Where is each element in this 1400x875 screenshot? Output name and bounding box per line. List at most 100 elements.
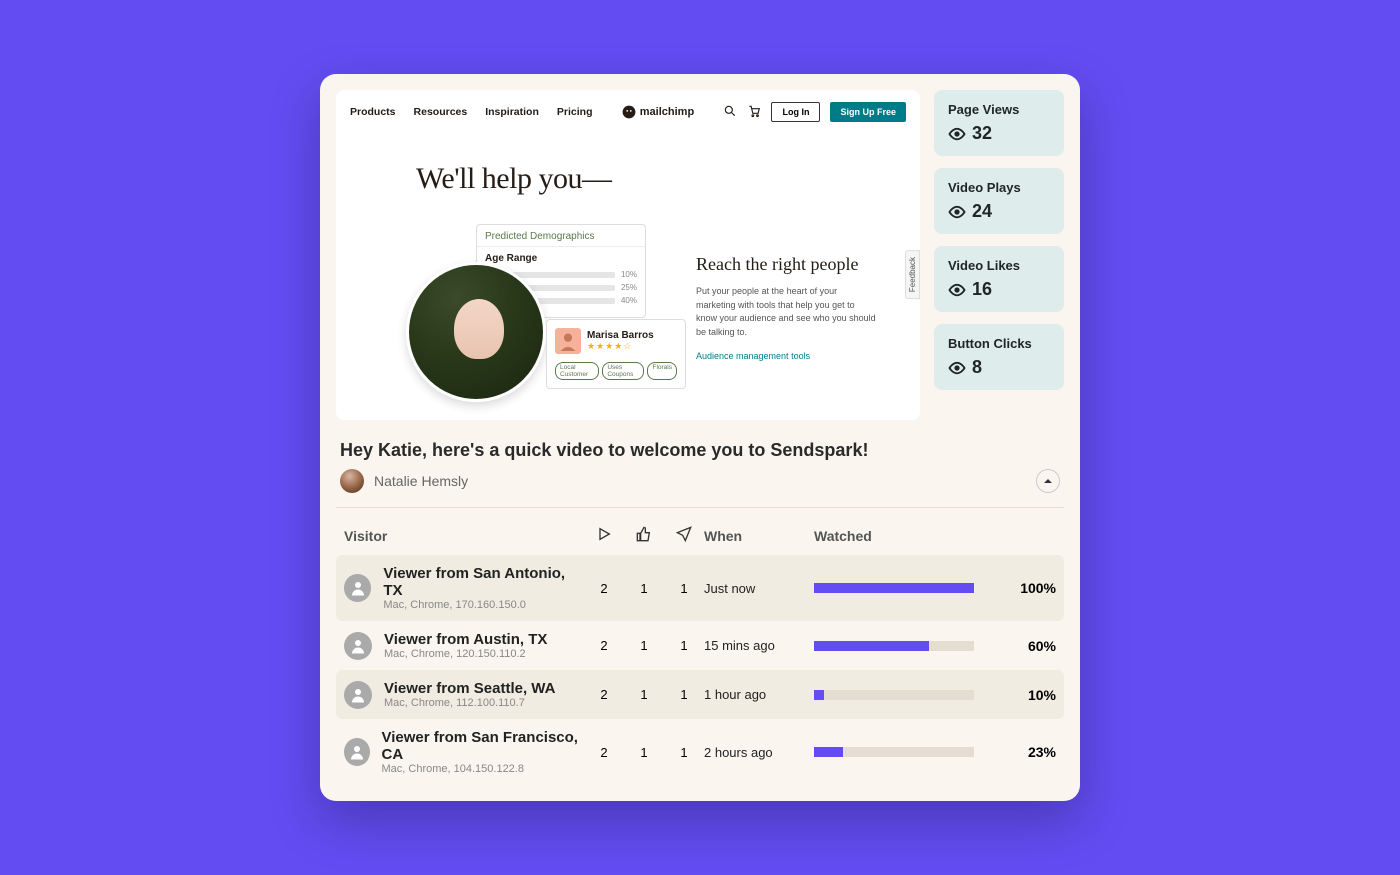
nav-link-resources[interactable]: Resources	[414, 106, 468, 118]
eye-icon	[948, 125, 966, 143]
visitor-avatar	[344, 681, 372, 709]
profile-stars: ★★★★☆	[587, 341, 654, 352]
collapse-button[interactable]	[1036, 469, 1060, 493]
cell-plays: 2	[584, 638, 624, 653]
hero-link[interactable]: Audience management tools	[696, 351, 810, 361]
stat-label: Page Views	[948, 102, 1050, 117]
profile-card: Marisa Barros ★★★★☆ Local Customer Uses …	[546, 319, 686, 389]
eye-icon	[948, 203, 966, 221]
progress-bar	[814, 690, 974, 700]
login-button[interactable]: Log In	[771, 102, 820, 122]
nav-link-pricing[interactable]: Pricing	[557, 106, 593, 118]
site-preview: Products Resources Inspiration Pricing m…	[336, 90, 920, 420]
cell-when: 2 hours ago	[704, 745, 814, 760]
col-visitor: Visitor	[344, 528, 584, 544]
visitor-name: Viewer from San Antonio, TX	[383, 565, 584, 599]
divider	[336, 507, 1064, 508]
visitor-row[interactable]: Viewer from Seattle, WA Mac, Chrome, 112…	[336, 670, 1064, 719]
demo-row-pct: 10%	[621, 270, 637, 279]
stat-value: 16	[972, 279, 992, 300]
cell-pct: 23%	[1006, 744, 1056, 760]
cell-pct: 100%	[1006, 580, 1056, 596]
demographics-section: Age Range	[477, 247, 645, 268]
greeting-text: Hey Katie, here's a quick video to welco…	[340, 440, 1060, 461]
cell-clicks: 1	[664, 638, 704, 653]
cell-plays: 2	[584, 687, 624, 702]
cell-likes: 1	[624, 687, 664, 702]
stat-label: Button Clicks	[948, 336, 1050, 351]
mailchimp-logo[interactable]: mailchimp	[622, 105, 694, 119]
stat-video-plays: Video Plays 24	[934, 168, 1064, 234]
cell-clicks: 1	[664, 581, 704, 596]
visitor-avatar	[344, 738, 370, 766]
stat-video-likes: Video Likes 16	[934, 246, 1064, 312]
preview-nav: Products Resources Inspiration Pricing m…	[336, 90, 920, 134]
progress-bar	[814, 641, 974, 651]
top-row: Products Resources Inspiration Pricing m…	[336, 90, 1064, 420]
visitor-name: Viewer from Austin, TX	[384, 631, 547, 648]
hero-body: Put your people at the heart of your mar…	[696, 285, 876, 339]
cell-plays: 2	[584, 581, 624, 596]
nav-link-products[interactable]: Products	[350, 106, 396, 118]
visitor-meta: Mac, Chrome, 112.100.110.7	[384, 697, 555, 709]
cell-pct: 10%	[1006, 687, 1056, 703]
visitor-meta: Mac, Chrome, 170.160.150.0	[383, 599, 584, 611]
visitor-rows: Viewer from San Antonio, TX Mac, Chrome,…	[336, 555, 1064, 785]
cell-likes: 1	[624, 745, 664, 760]
stat-value: 8	[972, 357, 982, 378]
cell-clicks: 1	[664, 687, 704, 702]
cart-icon[interactable]	[747, 104, 761, 121]
eye-icon	[948, 359, 966, 377]
progress-bar	[814, 747, 974, 757]
visitor-name: Viewer from San Francisco, CA	[382, 729, 585, 763]
stat-button-clicks: Button Clicks 8	[934, 324, 1064, 390]
author-name: Natalie Hemsly	[374, 473, 468, 489]
thumbs-up-icon	[624, 526, 664, 545]
visitor-row[interactable]: Viewer from Austin, TX Mac, Chrome, 120.…	[336, 621, 1064, 670]
stats-column: Page Views 32 Video Plays 24 Video Likes…	[934, 90, 1064, 420]
hero-headline: We'll help you—	[336, 134, 920, 196]
visitor-meta: Mac, Chrome, 104.150.122.8	[382, 763, 585, 775]
stat-page-views: Page Views 32	[934, 90, 1064, 156]
progress-bar	[814, 583, 974, 593]
chevron-up-icon	[1043, 476, 1053, 486]
analytics-card: Products Resources Inspiration Pricing m…	[320, 74, 1080, 801]
author-avatar	[340, 469, 364, 493]
presenter-avatar	[406, 262, 546, 402]
hero-subheading: Reach the right people	[696, 254, 890, 275]
demo-row-pct: 40%	[621, 296, 637, 305]
eye-icon	[948, 281, 966, 299]
stat-value: 32	[972, 123, 992, 144]
stat-label: Video Plays	[948, 180, 1050, 195]
table-header: Visitor When Watched	[336, 516, 1064, 555]
profile-chip: Local Customer	[555, 362, 599, 380]
demo-row-pct: 25%	[621, 283, 637, 292]
search-icon[interactable]	[723, 104, 737, 121]
stat-value: 24	[972, 201, 992, 222]
signup-button[interactable]: Sign Up Free	[830, 102, 906, 122]
demographics-title: Predicted Demographics	[477, 231, 645, 247]
visitor-name: Viewer from Seattle, WA	[384, 680, 555, 697]
feedback-tab[interactable]: Feedback	[905, 250, 920, 299]
cell-when: Just now	[704, 581, 814, 596]
cell-plays: 2	[584, 745, 624, 760]
play-icon	[584, 526, 624, 545]
cell-when: 15 mins ago	[704, 638, 814, 653]
cell-when: 1 hour ago	[704, 687, 814, 702]
author: Natalie Hemsly	[340, 469, 468, 493]
profile-chip: Uses Coupons	[602, 362, 644, 380]
profile-chip: Florals	[647, 362, 677, 380]
col-when: When	[704, 528, 814, 544]
col-watched: Watched	[814, 528, 1006, 544]
cell-likes: 1	[624, 581, 664, 596]
nav-link-inspiration[interactable]: Inspiration	[485, 106, 539, 118]
stat-label: Video Likes	[948, 258, 1050, 273]
visitor-row[interactable]: Viewer from San Francisco, CA Mac, Chrom…	[336, 719, 1064, 785]
visitor-row[interactable]: Viewer from San Antonio, TX Mac, Chrome,…	[336, 555, 1064, 621]
cell-pct: 60%	[1006, 638, 1056, 654]
visitor-avatar	[344, 632, 372, 660]
send-icon	[664, 526, 704, 545]
profile-name: Marisa Barros	[587, 330, 654, 341]
cell-likes: 1	[624, 638, 664, 653]
visitor-avatar	[344, 574, 371, 602]
